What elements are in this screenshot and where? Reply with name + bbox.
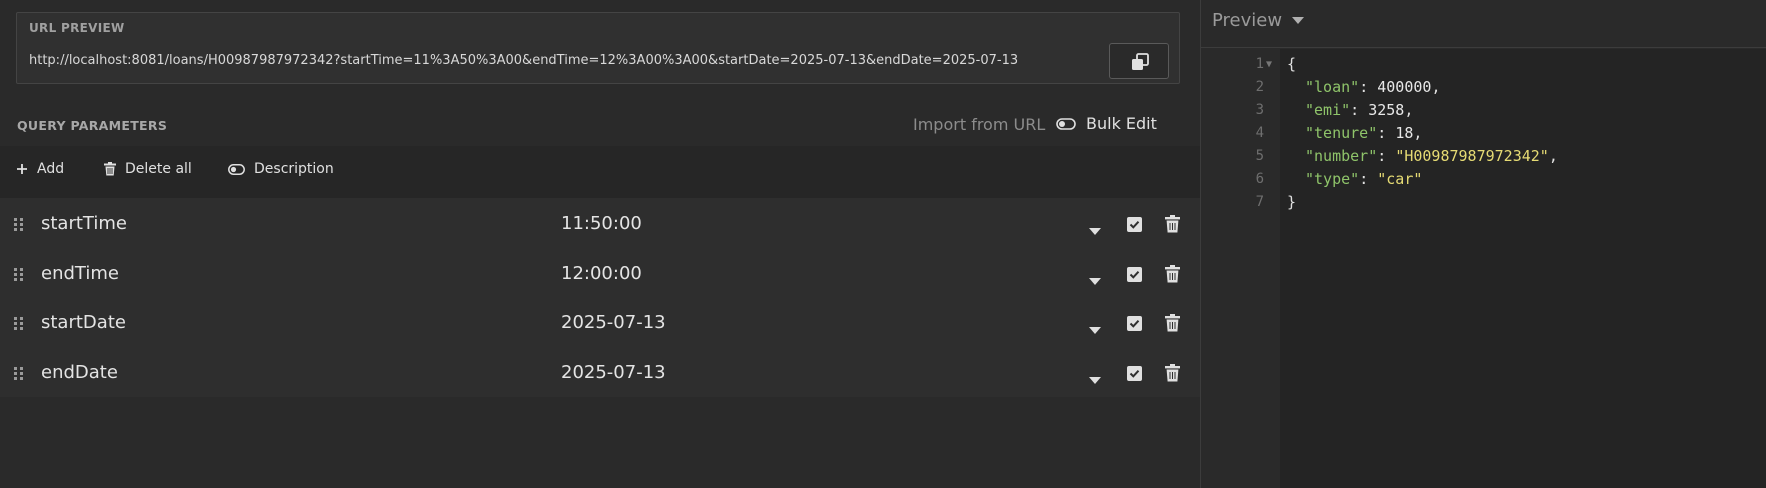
param-key-input[interactable]: startTime (41, 213, 127, 234)
toggle-icon (1056, 117, 1076, 130)
json-value: 400000 (1377, 78, 1432, 96)
description-toggle[interactable]: Description (228, 161, 334, 177)
query-params-panel: URL PREVIEW http://localhost:8081/loans/… (0, 0, 1200, 488)
add-param-button[interactable]: Add (16, 161, 64, 177)
query-params-header: QUERY PARAMETERS Import from URL Bulk Ed… (0, 112, 1200, 144)
url-preview-text[interactable]: http://localhost:8081/loans/H00987987972… (29, 53, 1018, 68)
param-value-input[interactable]: 2025-07-13 (561, 362, 666, 383)
drag-handle-icon[interactable] (14, 316, 24, 335)
json-key: "tenure" (1305, 124, 1378, 142)
preview-header: Preview (1201, 0, 1766, 48)
url-preview-title: URL PREVIEW (29, 21, 125, 35)
json-preview: 1 ▼{2 "loan": 400000, 3 "emi": 3258, 4 "tenure… (1201, 53, 1766, 214)
drag-handle-icon[interactable] (14, 366, 24, 385)
copy-icon (1132, 53, 1149, 70)
preview-title: Preview (1212, 10, 1283, 31)
caret-down-icon (1292, 17, 1305, 24)
fold-arrow-icon[interactable]: ▼ (1266, 53, 1272, 76)
json-trail: , (1413, 124, 1423, 142)
caret-down-icon[interactable] (1089, 220, 1101, 239)
code-line: 4 "tenure": 18, (1201, 122, 1766, 145)
json-trail: , (1404, 101, 1414, 119)
plus-icon (16, 163, 28, 175)
add-label: Add (37, 161, 65, 177)
param-enabled-checkbox[interactable] (1127, 365, 1142, 385)
import-from-url-link[interactable]: Import from URL (913, 115, 1045, 134)
trash-icon (1165, 314, 1180, 332)
trash-icon (1165, 215, 1180, 233)
json-brace: } (1287, 193, 1297, 211)
bulk-edit-label: Bulk Edit (1086, 114, 1157, 133)
json-brace: { (1287, 55, 1297, 73)
delete-param-button[interactable] (1165, 264, 1180, 287)
drag-handle-icon[interactable] (14, 217, 24, 236)
param-key-input[interactable]: startDate (41, 312, 126, 333)
json-value: "H00987987972342" (1395, 147, 1549, 165)
url-preview-box: URL PREVIEW http://localhost:8081/loans/… (16, 12, 1180, 84)
param-key-input[interactable]: endTime (41, 263, 119, 284)
caret-down-icon[interactable] (1089, 319, 1101, 338)
caret-down-icon[interactable] (1089, 369, 1101, 388)
delete-param-button[interactable] (1165, 215, 1180, 237)
code-line: 5 "number": "H00987987972342", (1201, 145, 1766, 168)
delete-all-label: Delete all (125, 161, 192, 177)
json-value: "car" (1377, 170, 1423, 188)
code-line: 3 "emi": 3258, (1201, 99, 1766, 122)
json-key: "type" (1305, 170, 1360, 188)
json-value: 3258 (1368, 101, 1405, 119)
code-line: 7} (1201, 191, 1766, 214)
line-number: 7 (1255, 194, 1264, 210)
line-number: 2 (1255, 79, 1264, 95)
params-toolbar: Add Delete all Description (0, 146, 1200, 198)
param-value-input[interactable]: 12:00:00 (561, 263, 642, 284)
query-params-title: QUERY PARAMETERS (17, 118, 168, 133)
delete-param-button[interactable] (1165, 314, 1180, 336)
copy-url-button[interactable] (1109, 43, 1169, 79)
param-key-input[interactable]: endDate (41, 362, 118, 383)
param-row: startTime 11:50:00 (0, 198, 1200, 248)
json-trail: , (1548, 147, 1558, 165)
param-row: endDate 2025-07-13 (0, 346, 1200, 397)
json-trail: , (1431, 78, 1441, 96)
code-line: 6 "type": "car" (1201, 168, 1766, 191)
caret-down-icon[interactable] (1089, 270, 1101, 289)
json-value: 18 (1395, 124, 1414, 142)
line-number: 4 (1255, 125, 1264, 141)
json-key: "loan" (1305, 78, 1360, 96)
param-value-input[interactable]: 2025-07-13 (561, 312, 666, 333)
param-row: startDate 2025-07-13 (0, 297, 1200, 347)
trash-icon (1165, 363, 1180, 381)
description-label: Description (254, 161, 334, 177)
preview-panel: Preview 1 ▼{2 "loan": 400000, 3 "emi": 3258,… (1201, 0, 1766, 488)
code-line: 2 "loan": 400000, (1201, 76, 1766, 99)
line-number: 5 (1255, 148, 1264, 164)
drag-handle-icon[interactable] (14, 267, 24, 286)
line-number: 1 (1255, 56, 1264, 72)
param-value-input[interactable]: 11:50:00 (561, 213, 642, 234)
bulk-edit-toggle[interactable]: Bulk Edit (1056, 114, 1157, 133)
code-line: 1 ▼ { (1201, 53, 1766, 76)
param-row: endTime 12:00:00 (0, 247, 1200, 298)
param-enabled-checkbox[interactable] (1127, 316, 1142, 335)
line-number: 6 (1255, 171, 1264, 187)
trash-icon (104, 162, 116, 176)
json-key: "emi" (1305, 101, 1351, 119)
delete-all-button[interactable]: Delete all (104, 161, 192, 177)
delete-param-button[interactable] (1165, 363, 1180, 386)
json-key: "number" (1305, 147, 1378, 165)
preview-dropdown[interactable]: Preview (1212, 10, 1305, 31)
trash-icon (1165, 264, 1180, 282)
param-enabled-checkbox[interactable] (1127, 217, 1142, 236)
param-enabled-checkbox[interactable] (1127, 266, 1142, 286)
toggle-icon (228, 163, 245, 175)
line-number: 3 (1255, 102, 1264, 118)
